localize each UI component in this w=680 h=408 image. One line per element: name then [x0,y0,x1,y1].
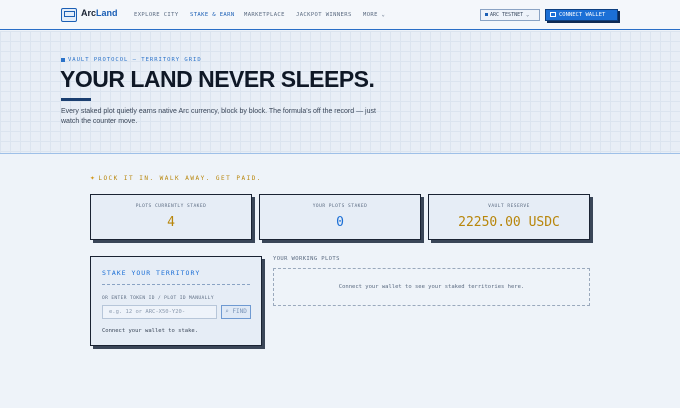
stake-territory-panel: STAKE YOUR TERRITORY OR ENTER TOKEN ID /… [90,256,262,346]
top-nav: ArcLand EXPLORE CITY STAKE & EARN MARKET… [0,0,680,30]
connect-wallet-note: Connect your wallet to stake. [102,328,199,334]
stat-label: VAULT RESERVE [488,204,530,209]
plot-id-input[interactable] [102,305,217,319]
stat-value: 22250.00 USDC [458,215,560,230]
connect-wallet-button[interactable]: CONNECT WALLET [545,9,618,21]
arcland-logo-icon[interactable] [61,8,77,22]
hero-eyebrow: VAULT PROTOCOL — TERRITORY GRID [61,57,202,63]
nav-marketplace[interactable]: MARKETPLACE [244,12,285,18]
stat-plots-currently-staked: PLOTS CURRENTLY STAKED 4 [90,194,252,240]
nav-more[interactable]: MORE ⌄ [363,12,385,18]
network-selector[interactable]: ARC TESTNET ⌄ [480,9,540,21]
brand-name[interactable]: ArcLand [81,8,118,18]
headline-underline [61,98,91,101]
stat-vault-reserve: VAULT RESERVE 22250.00 USDC [428,194,590,240]
sparkle-icon: ✦ [90,173,97,182]
hero-subtitle: Every staked plot quietly earns native A… [61,108,376,125]
divider [102,284,250,285]
nav-jackpot-winners[interactable]: JACKPOT WINNERS [296,12,352,18]
stake-panel-title: STAKE YOUR TERRITORY [102,269,201,277]
stat-value: 4 [167,215,175,230]
find-button[interactable]: ⌕ FIND [221,305,251,319]
nav-stake-earn[interactable]: STAKE & EARN [190,12,235,18]
nav-explore-city[interactable]: EXPLORE CITY [134,12,179,18]
wallet-icon [550,12,556,17]
search-icon: ⌕ [225,308,229,315]
tagline: ✦ LOCK IT IN. WALK AWAY. GET PAID. [90,173,262,182]
stat-value: 0 [336,215,344,230]
square-bullet-icon [61,57,65,62]
network-dot-icon [485,13,488,16]
stat-your-plots-staked: YOUR PLOTS STAKED 0 [259,194,421,240]
working-plots-title: YOUR WORKING PLOTS [273,256,340,262]
manual-entry-hint: OR ENTER TOKEN ID / PLOT ID MANUALLY [102,296,214,301]
working-plots-empty-state: Connect your wallet to see your staked t… [273,268,590,306]
hero-headline: YOUR LAND NEVER SLEEPS. [60,66,375,92]
stat-label: PLOTS CURRENTLY STAKED [135,204,207,209]
stat-label: YOUR PLOTS STAKED [312,204,368,209]
